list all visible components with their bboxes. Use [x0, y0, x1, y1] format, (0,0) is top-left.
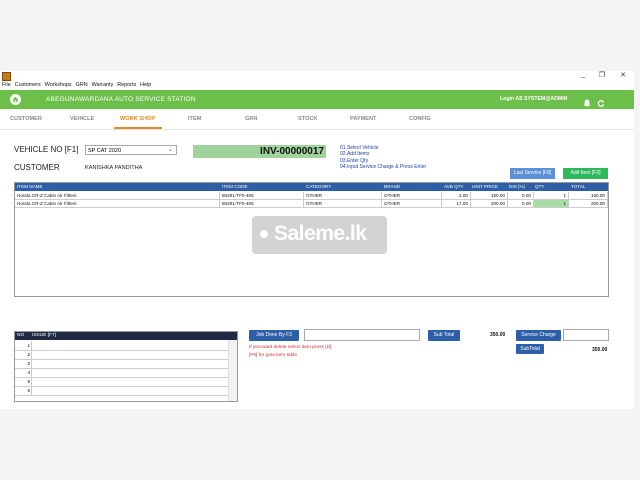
- service-charge-button[interactable]: Service Charge: [516, 330, 561, 341]
- step-4: 04.Input Service Charge & Press Enter: [340, 163, 427, 170]
- cell-brand[interactable]: OTHER: [382, 200, 442, 208]
- menu-reports[interactable]: Reports: [117, 82, 136, 88]
- main-tabs: CUSTOMER VEHICLE WORK SHOP ITEM GRN STOC…: [0, 109, 634, 130]
- last-service-button[interactable]: Last Service [F8]: [510, 168, 555, 179]
- menu-bar: File Customers Workshops GRN Warranty Reports…: [0, 82, 153, 90]
- job-note-input[interactable]: [304, 329, 420, 341]
- instruction-steps: 01.Select Vehicle 02.Add Items 03.Enter …: [340, 145, 426, 170]
- active-tab-indicator: [114, 127, 162, 129]
- col-avb-qty: AVB QTY: [444, 184, 464, 189]
- tab-customer[interactable]: CUSTOMER: [10, 116, 42, 122]
- cell-avb-qty[interactable]: 17.00: [442, 200, 471, 208]
- sub-total-button[interactable]: Sub Total: [428, 330, 460, 341]
- col-category: CATEGORY: [306, 184, 332, 189]
- tab-item[interactable]: ITEM: [188, 116, 201, 122]
- tag-icon: [260, 230, 268, 238]
- cell-qty[interactable]: 1: [534, 192, 569, 200]
- cell-total[interactable]: 200.00: [569, 200, 608, 208]
- station-name: ABEGUNAWARDANA AUTO SERVICE STATION: [46, 96, 196, 103]
- cell-unit-price[interactable]: 150.00: [471, 192, 508, 200]
- table-row[interactable]: Honda CR-Z Cabin Air Filters 80291-TF0-4…: [15, 200, 608, 208]
- issue-row-number: 3: [27, 361, 30, 366]
- invoice-number: INV-00000017: [193, 145, 326, 158]
- vehicle-select[interactable]: SP CAT 2020 ⌄: [85, 145, 177, 155]
- items-table-header: ITEM NAME ITEM CODE CATEGORY BRAND AVB Q…: [15, 183, 608, 191]
- job-done-button[interactable]: Job Done By F3: [249, 330, 299, 341]
- cell-item-code[interactable]: 80291-TF0-405: [220, 200, 304, 208]
- login-label: Login AS SYSTEM@ADMIN: [500, 96, 568, 102]
- issue-scrollbar[interactable]: [228, 340, 237, 401]
- menu-grn[interactable]: GRN: [76, 82, 88, 88]
- col-item-code: ITEM CODE: [222, 184, 248, 189]
- menu-help[interactable]: Help: [140, 82, 151, 88]
- issue-row-number: 6: [27, 388, 30, 393]
- issue-row[interactable]: 6: [15, 386, 229, 396]
- app-logo-icon: [2, 72, 11, 81]
- col-brand: BRAND: [384, 184, 401, 189]
- col-discount: DIS (%): [509, 184, 526, 189]
- customer-name: KANISHKA PANDITHA: [85, 165, 143, 171]
- minimize-button[interactable]: _: [578, 71, 588, 78]
- menu-workshops[interactable]: Workshops: [45, 82, 72, 88]
- issue-table: NO ISSUE [F7] 1 2 3 4 5 6: [14, 331, 238, 402]
- customer-label: CUSTOMER: [14, 163, 60, 172]
- issue-row-number: 5: [27, 379, 30, 384]
- col-unit-price: UNIT PRICE: [472, 184, 498, 189]
- tab-config[interactable]: CONFIG: [409, 116, 431, 122]
- cell-item-code[interactable]: 80291-TF0-405: [220, 192, 304, 200]
- cell-qty-selected[interactable]: 1: [534, 200, 569, 208]
- col-no: NO: [17, 333, 25, 338]
- menu-file[interactable]: File: [2, 82, 11, 88]
- app-window: _ ❐ ✕ File Customers Workshops GRN Warranty R…: [0, 71, 634, 409]
- subtotal-label: SubTotal: [516, 344, 544, 354]
- tab-stock[interactable]: STOCK: [298, 116, 317, 122]
- table-row[interactable]: Honda CR-Z Cabin Air Filters 80291-TF0-4…: [15, 192, 608, 200]
- cell-discount[interactable]: 0.00: [508, 192, 534, 200]
- cell-unit-price[interactable]: 200.00: [471, 200, 508, 208]
- issue-row-number: 2: [27, 352, 30, 357]
- col-qty: QTY: [535, 184, 545, 189]
- delete-hint: If you want delete select item press [D]: [249, 345, 332, 350]
- goto-item-hint: [F6] for goto item table: [249, 353, 297, 358]
- menu-customers[interactable]: Customers: [15, 82, 41, 88]
- cell-category[interactable]: OTHER: [304, 200, 382, 208]
- subtotal-value: 350.00: [592, 347, 608, 353]
- cell-item-name[interactable]: Honda CR-Z Cabin Air Filters: [15, 192, 220, 200]
- cell-total[interactable]: 150.00: [569, 192, 608, 200]
- issue-table-header: NO ISSUE [F7]: [15, 332, 237, 340]
- col-issue: ISSUE [F7]: [32, 333, 56, 338]
- service-charge-input[interactable]: [563, 329, 609, 341]
- tab-payment[interactable]: PAYMENT: [350, 116, 376, 122]
- col-item-name: ITEM NAME: [17, 184, 43, 189]
- close-button[interactable]: ✕: [618, 71, 628, 79]
- vehicle-value: SP CAT 2020: [88, 148, 122, 154]
- issue-row-number: 1: [27, 343, 30, 348]
- cell-avb-qty[interactable]: 2.00: [442, 192, 471, 200]
- restore-button[interactable]: ❐: [597, 71, 607, 79]
- col-total: TOTAL: [571, 184, 586, 189]
- sub-total-value: 350.00: [490, 332, 506, 338]
- menu-warranty[interactable]: Warranty: [92, 82, 114, 88]
- vehicle-label: VEHICLE NO [F1]: [14, 145, 79, 154]
- cell-discount[interactable]: 0.00: [508, 200, 534, 208]
- cell-category[interactable]: OTHER: [304, 192, 382, 200]
- app-header: ABEGUNAWARDANA AUTO SERVICE STATION Logi…: [0, 90, 634, 109]
- add-item-button[interactable]: Add Item [F2]: [563, 168, 608, 179]
- tab-grn[interactable]: GRN: [245, 116, 257, 122]
- home-icon[interactable]: [10, 94, 21, 105]
- cell-brand[interactable]: OTHER: [382, 192, 442, 200]
- title-bar: _ ❐ ✕: [0, 71, 634, 81]
- issue-row-number: 4: [27, 370, 30, 375]
- chevron-down-icon: ⌄: [167, 147, 173, 153]
- tab-workshop[interactable]: WORK SHOP: [120, 116, 155, 122]
- watermark-text: Saleme.lk: [274, 222, 367, 245]
- watermark: Saleme.lk: [252, 216, 387, 254]
- tab-vehicle[interactable]: VEHICLE: [70, 116, 94, 122]
- cell-item-name[interactable]: Honda CR-Z Cabin Air Filters: [15, 200, 220, 208]
